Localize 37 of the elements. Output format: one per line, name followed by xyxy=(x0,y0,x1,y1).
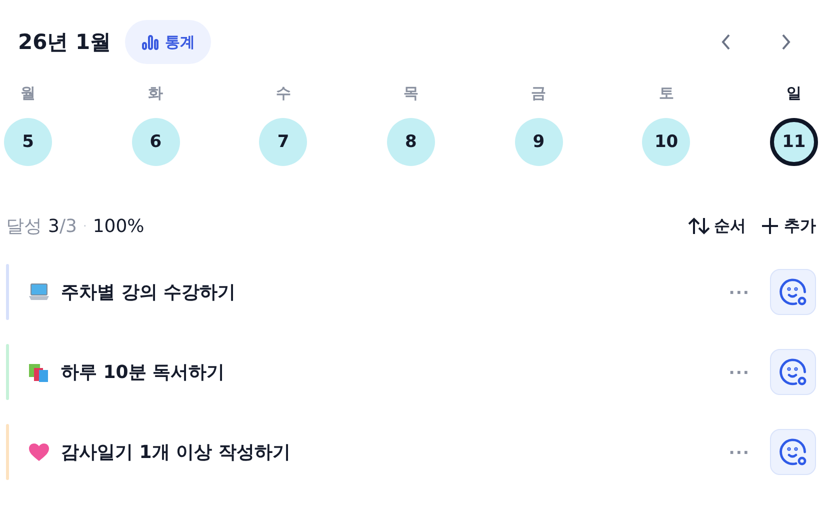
smiley-icon xyxy=(778,277,808,307)
sort-button[interactable]: 순서 xyxy=(688,216,746,236)
weekday-label: 토 xyxy=(658,84,674,104)
task-title: 주차별 강의 수강하기 xyxy=(61,281,236,304)
plus-icon xyxy=(760,216,780,236)
summary-label: 달성 xyxy=(6,215,42,238)
stats-button[interactable]: 통계 xyxy=(125,20,212,64)
weekday-label: 화 xyxy=(148,84,164,104)
weekday-label: 목 xyxy=(403,84,418,104)
chevron-left-icon xyxy=(720,33,732,51)
task-title: 하루 10분 독서하기 xyxy=(61,361,225,384)
month-title: 26년 1월 xyxy=(18,29,112,56)
weekday-label: 월 xyxy=(20,84,36,104)
percent-text: 100% xyxy=(92,216,144,236)
weekday-label: 수 xyxy=(276,84,291,104)
mood-button[interactable] xyxy=(770,349,816,395)
sort-icon xyxy=(688,216,710,236)
done-count: 3 xyxy=(48,216,60,236)
separator-dot: · xyxy=(82,219,87,233)
day-button[interactable]: 5 xyxy=(4,118,52,166)
task-title: 감사일기 1개 이상 작성하기 xyxy=(61,441,290,464)
day-button[interactable]: 7 xyxy=(259,118,308,166)
smiley-icon xyxy=(778,357,808,387)
smiley-icon xyxy=(778,437,808,467)
chevron-right-icon xyxy=(780,33,792,51)
weekday-label: 금 xyxy=(531,84,546,104)
weekday-label: 일 xyxy=(786,84,802,104)
day-button[interactable]: 10 xyxy=(642,118,690,166)
add-button[interactable]: 추가 xyxy=(760,216,816,236)
day-button[interactable]: 11 xyxy=(770,118,818,166)
day-button[interactable]: 6 xyxy=(132,118,180,166)
bar-chart-icon xyxy=(141,33,160,51)
mood-button[interactable] xyxy=(770,269,816,315)
total-count: /3 xyxy=(59,216,77,236)
mood-button[interactable] xyxy=(770,429,816,475)
day-button[interactable]: 9 xyxy=(514,118,563,166)
day-button[interactable]: 8 xyxy=(386,118,435,166)
